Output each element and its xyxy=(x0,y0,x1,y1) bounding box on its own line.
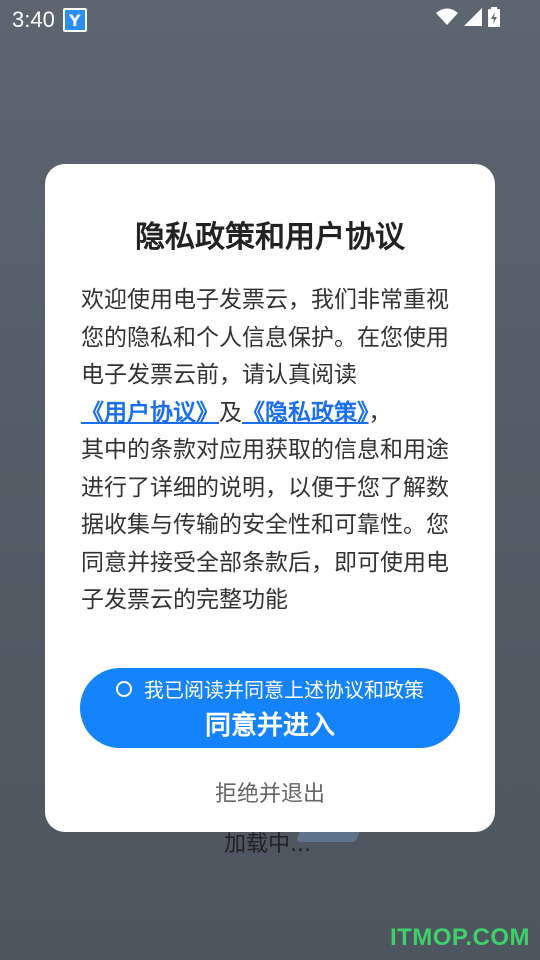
dialog-body: 欢迎使用电子发票云，我们非常重视您的隐私和个人信息保护。在您使用电子发票云前，请… xyxy=(81,282,461,620)
status-time: 3:40 xyxy=(12,7,55,32)
consent-label: 我已阅读并同意上述协议和政策 xyxy=(144,680,424,702)
privacy-policy-link[interactable]: 《隐私政策》 xyxy=(242,400,369,426)
consent-row[interactable]: 我已阅读并同意上述协议和政策 xyxy=(116,674,424,703)
consent-radio-icon[interactable] xyxy=(116,680,132,697)
body-comma: ， xyxy=(368,399,392,426)
app-notification-icon: Y xyxy=(62,8,87,32)
user-agreement-link[interactable]: 《用户协议》 xyxy=(81,400,219,426)
dialog-title: 隐私政策和用户协议 xyxy=(135,220,405,255)
wifi-icon xyxy=(436,8,458,25)
battery-charging-icon xyxy=(488,7,500,27)
reject-exit-button[interactable]: 拒绝并退出 xyxy=(45,776,495,808)
agree-button-label: 同意并进入 xyxy=(204,710,335,740)
body-intro: 欢迎使用电子发票云，我们非常重视您的隐私和个人信息保护。在您使用电子发票云前，请… xyxy=(81,287,449,388)
agree-enter-button[interactable]: 我已阅读并同意上述协议和政策 同意并进入 xyxy=(80,668,460,748)
conjunction-text: 及 xyxy=(219,399,242,426)
cellular-signal-icon xyxy=(464,8,482,26)
status-indicators xyxy=(436,7,500,27)
body-rest: 其中的条款对应用获取的信息和用途进行了详细的说明，以便于您了解数据收集与传输的安… xyxy=(81,437,449,613)
privacy-dialog: 隐私政策和用户协议 欢迎使用电子发票云，我们非常重视您的隐私和个人信息保护。在您… xyxy=(45,164,495,832)
status-bar: 3:40 Y xyxy=(0,0,540,40)
watermark: ITMOP.COM xyxy=(389,924,530,951)
